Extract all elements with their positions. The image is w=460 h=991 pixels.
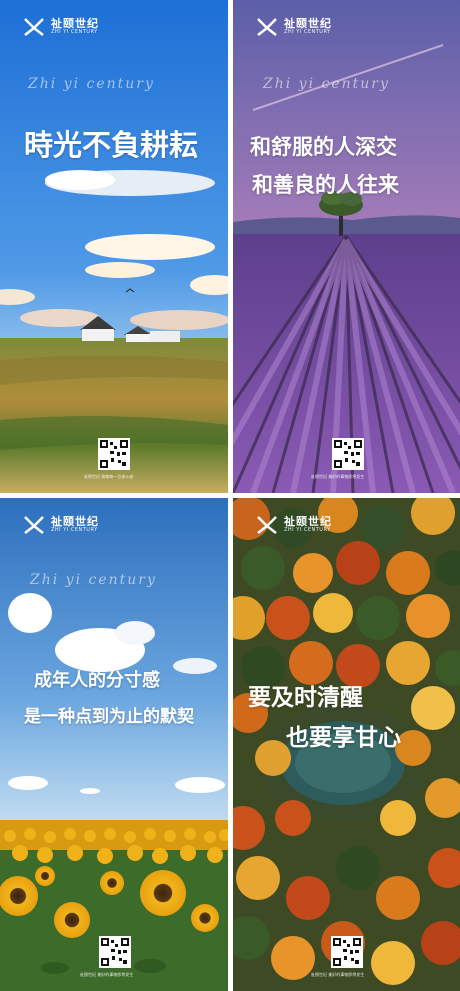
brand-lockup: 祉颐世纪 ZHI YI CENTURY	[23, 17, 99, 37]
poster-4: 祉颐世纪 ZHI YI CENTURY 要及时清醒 也要享甘心 祉颐世纪 美好的…	[233, 498, 460, 991]
qr-code[interactable]	[332, 438, 364, 470]
poster-headline: 要及时清醒 也要享甘心	[248, 678, 401, 758]
script-watermark: Zhi yi century	[263, 76, 390, 92]
poster-2-background	[233, 0, 460, 493]
brand-subtitle: ZHI YI CENTURY	[51, 527, 98, 534]
script-watermark: Zhi yi century	[30, 572, 157, 588]
headline-line: 和善良的人往来	[252, 172, 399, 197]
qr-code[interactable]	[98, 438, 130, 470]
qr-code-icon	[101, 938, 129, 966]
poster-2: 祉颐世纪 ZHI YI CENTURY Zhi yi century 和舒服的人…	[233, 0, 460, 493]
poster-1-background	[0, 0, 228, 493]
headline-line: 要及时清醒	[248, 684, 363, 711]
zhiyi-logo-icon	[24, 516, 44, 534]
qr-code-icon	[334, 440, 362, 468]
headline-line: 也要享甘心	[286, 724, 401, 751]
zhiyi-logo-icon	[257, 516, 277, 534]
poster-headline: 和舒服的人深交 和善良的人往来	[250, 128, 399, 204]
qr-code[interactable]	[331, 936, 363, 968]
poster-headline: 時光不負耕耘	[24, 122, 198, 164]
poster-3: 祉颐世纪 ZHI YI CENTURY Zhi yi century 成年人的分…	[0, 498, 228, 991]
qr-code-icon	[333, 938, 361, 966]
zhiyi-logo-icon	[24, 18, 44, 36]
headline-line: 時光不負耕耘	[24, 128, 199, 162]
brand-lockup: 祉颐世纪 ZHI YI CENTURY	[256, 17, 332, 37]
brand-subtitle: ZHI YI CENTURY	[284, 527, 331, 534]
poster-tagline: 祉颐世纪 致敬每一位奋斗者	[84, 474, 134, 479]
headline-line: 和舒服的人深交	[250, 134, 397, 159]
poster-tagline: 祉颐世纪 美好的事物即将发生	[311, 972, 365, 977]
brand-subtitle: ZHI YI CENTURY	[51, 29, 98, 36]
headline-line: 是一种点到为止的默契	[24, 707, 194, 727]
brand-lockup: 祉颐世纪 ZHI YI CENTURY	[23, 515, 99, 535]
brand-subtitle: ZHI YI CENTURY	[284, 29, 331, 36]
poster-tagline: 祉颐世纪 美好的事物即将发生	[311, 474, 365, 479]
poster-1: 祉颐世纪 ZHI YI CENTURY Zhi yi century 時光不負耕…	[0, 0, 228, 493]
qr-code-icon	[100, 440, 128, 468]
poster-headline: 成年人的分寸感 是一种点到为止的默契	[24, 663, 194, 735]
zhiyi-logo-icon	[257, 18, 277, 36]
qr-code[interactable]	[99, 936, 131, 968]
brand-lockup: 祉颐世纪 ZHI YI CENTURY	[256, 515, 332, 535]
headline-line: 成年人的分寸感	[34, 670, 160, 691]
poster-tagline: 祉颐世纪 美好的事物即将发生	[80, 972, 134, 977]
script-watermark: Zhi yi century	[28, 76, 155, 92]
